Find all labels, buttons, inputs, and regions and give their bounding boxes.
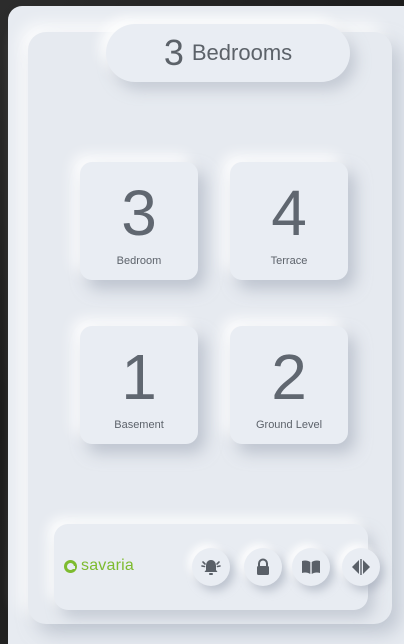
- elevator-control-card: 3 Bedrooms 3 Bedroom 4 Terrace 1 Basemen…: [28, 24, 392, 624]
- floor-label: Ground Level: [255, 419, 323, 431]
- door-button[interactable]: [342, 548, 380, 586]
- book-icon: [302, 560, 320, 574]
- brand-name: savaria: [81, 557, 134, 574]
- brand-logo: savaria: [64, 557, 134, 575]
- floor-number: 1: [121, 341, 157, 413]
- floor-number: 3: [121, 177, 157, 249]
- floor-number: 4: [271, 177, 307, 249]
- current-floor-label: Bedrooms: [191, 40, 293, 65]
- floor-label: Terrace: [270, 255, 308, 267]
- floor-button-ground-level[interactable]: 2 Ground Level: [230, 326, 348, 444]
- control-bar: savaria: [54, 524, 380, 610]
- lock-button[interactable]: [244, 548, 282, 586]
- current-floor-display: 3 Bedrooms: [106, 24, 350, 82]
- current-floor-number: 3: [163, 32, 184, 73]
- floor-label: Bedroom: [116, 255, 162, 267]
- brand-mark-icon: [64, 559, 77, 573]
- floor-button-basement[interactable]: 1 Basement: [80, 326, 198, 444]
- floor-label: Basement: [114, 419, 164, 431]
- screen-background: 3 Bedrooms 3 Bedroom 4 Terrace 1 Basemen…: [0, 0, 404, 644]
- manual-button[interactable]: [292, 548, 330, 586]
- floor-button-bedroom[interactable]: 3 Bedroom: [80, 162, 198, 280]
- alarm-button[interactable]: [192, 548, 230, 586]
- door-arrows-icon: [352, 559, 370, 575]
- floor-button-terrace[interactable]: 4 Terrace: [230, 162, 348, 280]
- device-panel: 3 Bedrooms 3 Bedroom 4 Terrace 1 Basemen…: [8, 6, 404, 644]
- bell-alarm-icon: [201, 560, 221, 575]
- lock-icon: [257, 558, 269, 575]
- floor-number: 2: [271, 341, 307, 413]
